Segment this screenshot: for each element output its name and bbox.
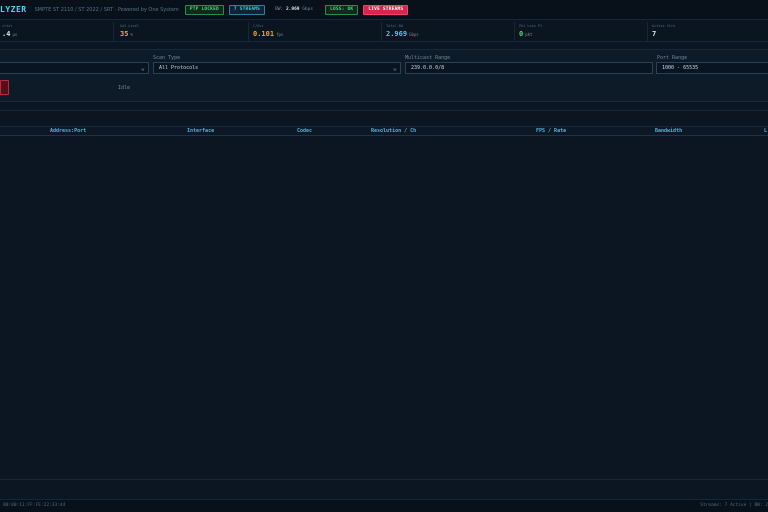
loss-status-badge: LOSS: OK [325,4,359,15]
footer-stream-summary: Streams: 7 Active | BW: 2 [700,503,768,508]
scan-type-value: All Protocols [159,65,199,71]
port-range-value: 1000 - 65535 [662,65,699,71]
bandwidth-readout: BW: 2.969 Gbps [275,7,313,12]
scan-button[interactable] [0,80,9,95]
top-header: LYZER SMPTE ST 2110 / ST 2022 / SRT · Po… [0,0,768,20]
bandwidth-unit: Gbps [302,7,314,12]
streams-table-body [0,137,768,479]
stats-bar: itter .4 µs QoS Level 35% C/Ovr 0.101 fps … [0,22,768,42]
scan-type-select[interactable]: All Protocols ⌄ [153,62,401,74]
stat-value: 35% [120,30,133,38]
stat-label: QoS Level [120,24,139,28]
port-range-input[interactable]: 1000 - 65535 [656,62,768,74]
section-divider [0,110,768,111]
stat-unit: fps [276,32,284,37]
stat-unit: µs [12,32,18,37]
column-codec[interactable]: Codec [297,128,312,134]
stat-value: 7 [652,30,658,38]
stat-label: itter [2,24,13,28]
stat-unit: % [130,32,133,37]
stat-label: Pkt Loss P1 [519,24,543,28]
stat-number: 7 [652,30,657,38]
column-fps-rate[interactable]: FPS / Rate [536,128,566,134]
stat-active-streams: Active Stre 7 [648,22,768,41]
scan-status: Idle [118,85,131,91]
column-interface[interactable]: Interface [187,128,214,134]
bandwidth-value: 2.969 [285,7,300,12]
app-brand: LYZER [0,5,27,14]
stat-value: 2.969 Gbps [386,30,419,38]
column-resolution[interactable]: Resolution / Ch [371,128,416,134]
stat-qos-level: QoS Level 35% [116,22,249,41]
port-range-label: Port Range [657,55,688,61]
live-streams-button[interactable]: LIVE STREAMS [363,4,409,15]
stat-jitter: itter .4 µs [0,22,114,41]
ptp-status-badge: PTP LOCKED [184,4,224,15]
stat-value: 0 pkt [519,30,532,38]
app-subtitle: SMPTE ST 2110 / ST 2022 / SRT · Powered … [34,6,179,13]
stat-value: .4 µs [2,30,17,38]
multicast-range-value: 239.0.0.0/8 [411,65,445,71]
stat-label: Total BW [386,24,403,28]
stat-unit: pkt [525,32,533,37]
scan-type-label: Scan Type [153,55,181,61]
chevron-down-icon: ⌄ [392,64,397,72]
stat-unit: Gbps [409,32,419,37]
chevron-down-icon: ⌄ [140,64,145,72]
stat-value: 0.101 fps [253,30,283,38]
stat-number: 35 [120,30,129,38]
stat-packet-loss: Pkt Loss P1 0 pkt [515,22,648,41]
column-loss[interactable]: L [764,128,767,134]
stat-c-ovr: C/Ovr 0.101 fps [249,22,382,41]
streams-count-badge: 7 STREAMS [228,4,266,15]
scan-config-panel: Scan Type Multicast Range Port Range Idl… [0,49,768,102]
stat-number: 0 [519,30,524,38]
column-address-port[interactable]: Address:Port [50,128,86,134]
column-bandwidth[interactable]: Bandwidth [655,128,682,134]
stat-label: Active Stre [652,24,676,28]
status-footer: 00:00:11:FF:FE:22:33:44 Streams: 7 Activ… [0,499,768,512]
multicast-range-label: Multicast Range [405,55,451,61]
multicast-range-input[interactable]: 239.0.0.0/8 [405,62,653,74]
stat-number: 2.969 [386,30,408,38]
stat-total-bw: Total BW 2.969 Gbps [382,22,515,41]
bandwidth-label: BW: [275,7,284,12]
footer-mac-address: 00:00:11:FF:FE:22:33:44 [3,503,66,508]
stat-label: C/Ovr [253,24,264,28]
streams-table-header: Address:Port Interface Codec Resolution … [0,126,768,136]
interface-select[interactable]: ⌄ [0,62,149,74]
stat-number: 0.101 [253,30,275,38]
footer-divider [0,479,768,480]
stat-number: .4 [2,30,11,38]
analyzer-window: LYZER SMPTE ST 2110 / ST 2022 / SRT · Po… [0,0,768,512]
